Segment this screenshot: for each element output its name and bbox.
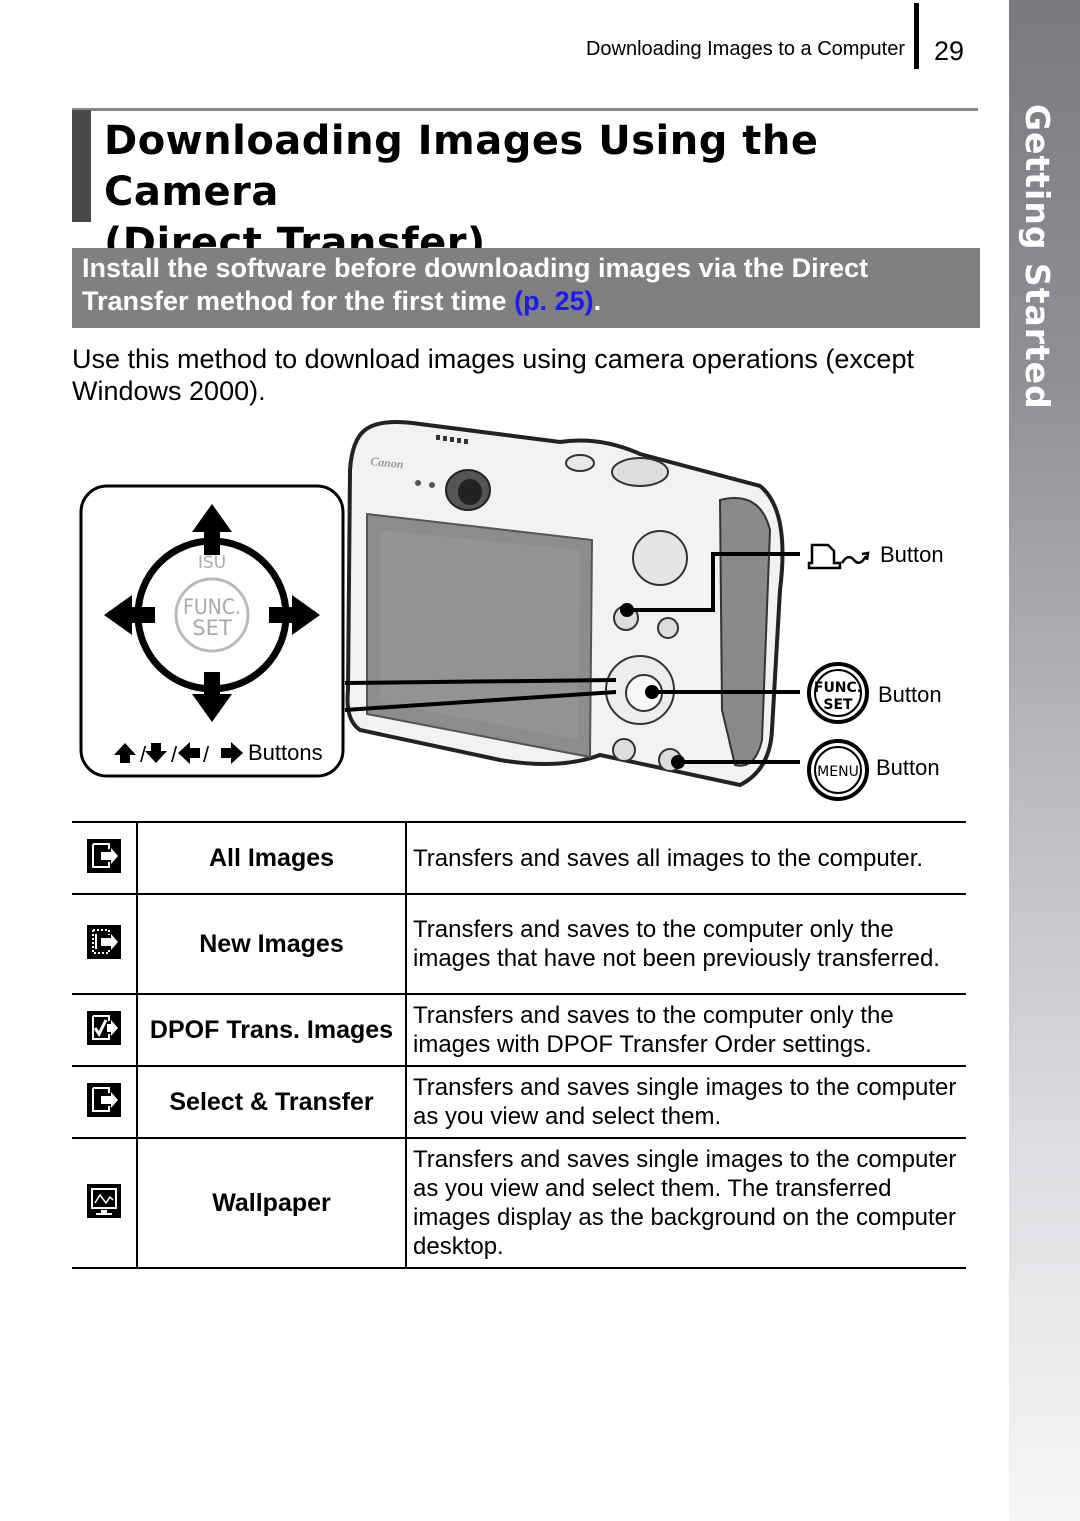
camera-illustration: FUNC. SET ISU / / / Buttons Canon FUNC. … (0, 410, 1000, 820)
note-box: Install the software before downloading … (72, 248, 980, 328)
page-number: 29 (934, 36, 965, 66)
title-bar (72, 110, 91, 222)
mode-description: Transfers and saves all images to the co… (406, 821, 966, 895)
transfer-modes-table: All Images Transfers and saves all image… (72, 821, 966, 1269)
all-images-icon (87, 838, 121, 873)
table-row: New Images Transfers and saves to the co… (72, 893, 966, 995)
svg-text:/: / (203, 742, 210, 767)
av-out-cover (718, 497, 772, 767)
note-text: Install the software before downloading … (82, 253, 869, 316)
table-row: Select & Transfer Transfers and saves si… (72, 1065, 966, 1139)
title-rule (72, 108, 978, 111)
func-set-button-label: Button (878, 682, 942, 707)
running-head: Downloading Images to a Computer (585, 38, 905, 60)
running-head-rule (914, 3, 919, 69)
shutter-button (611, 457, 669, 487)
iso-text: ISU (198, 553, 226, 573)
svg-text:MENU: MENU (817, 764, 859, 780)
mode-name: Wallpaper (137, 1137, 407, 1269)
side-tab-label: Getting Started (1018, 104, 1057, 410)
set-text: SET (192, 616, 232, 640)
dpof-trans-icon (87, 1010, 121, 1045)
menu-icon: MENU (807, 739, 869, 801)
print-share-button-label: Button (880, 542, 944, 567)
new-images-icon (87, 924, 121, 959)
svg-text:FUNC.: FUNC. (814, 680, 862, 696)
mode-name: New Images (137, 893, 407, 995)
table-row: All Images Transfers and saves all image… (72, 821, 966, 895)
print-share-icon (807, 543, 870, 570)
mode-description: Transfers and saves single images to the… (406, 1137, 966, 1269)
mode-dial (632, 530, 688, 586)
mode-description: Transfers and saves to the computer only… (406, 993, 966, 1067)
svg-text:/: / (140, 742, 147, 767)
note-page-link[interactable]: (p. 25) (514, 286, 594, 316)
mode-description: Transfers and saves single images to the… (406, 1065, 966, 1139)
func-set-icon: FUNC. SET (807, 662, 869, 724)
svg-text:SET: SET (823, 697, 853, 713)
table-row: Wallpaper Transfers and saves single ima… (72, 1137, 966, 1269)
select-transfer-icon (87, 1082, 121, 1117)
mode-name: Select & Transfer (137, 1065, 407, 1139)
page-title-line1: Downloading Images Using the Camera (104, 118, 819, 215)
mode-description: Transfers and saves to the computer only… (406, 893, 966, 995)
dpad-caption: Buttons (248, 740, 323, 765)
svg-text:/: / (171, 742, 178, 767)
page-title: Downloading Images Using the Camera (Dir… (104, 116, 984, 269)
mode-name: All Images (137, 821, 407, 895)
menu-button-label: Button (876, 755, 940, 780)
mode-name: DPOF Trans. Images (137, 993, 407, 1067)
wallpaper-icon (87, 1183, 121, 1218)
table-row: DPOF Trans. Images Transfers and saves t… (72, 993, 966, 1067)
note-suffix: . (593, 286, 602, 316)
camera-diagram: FUNC. SET ISU / / / Buttons Canon FUNC. … (79, 420, 870, 801)
intro-text: Use this method to download images using… (72, 344, 914, 406)
